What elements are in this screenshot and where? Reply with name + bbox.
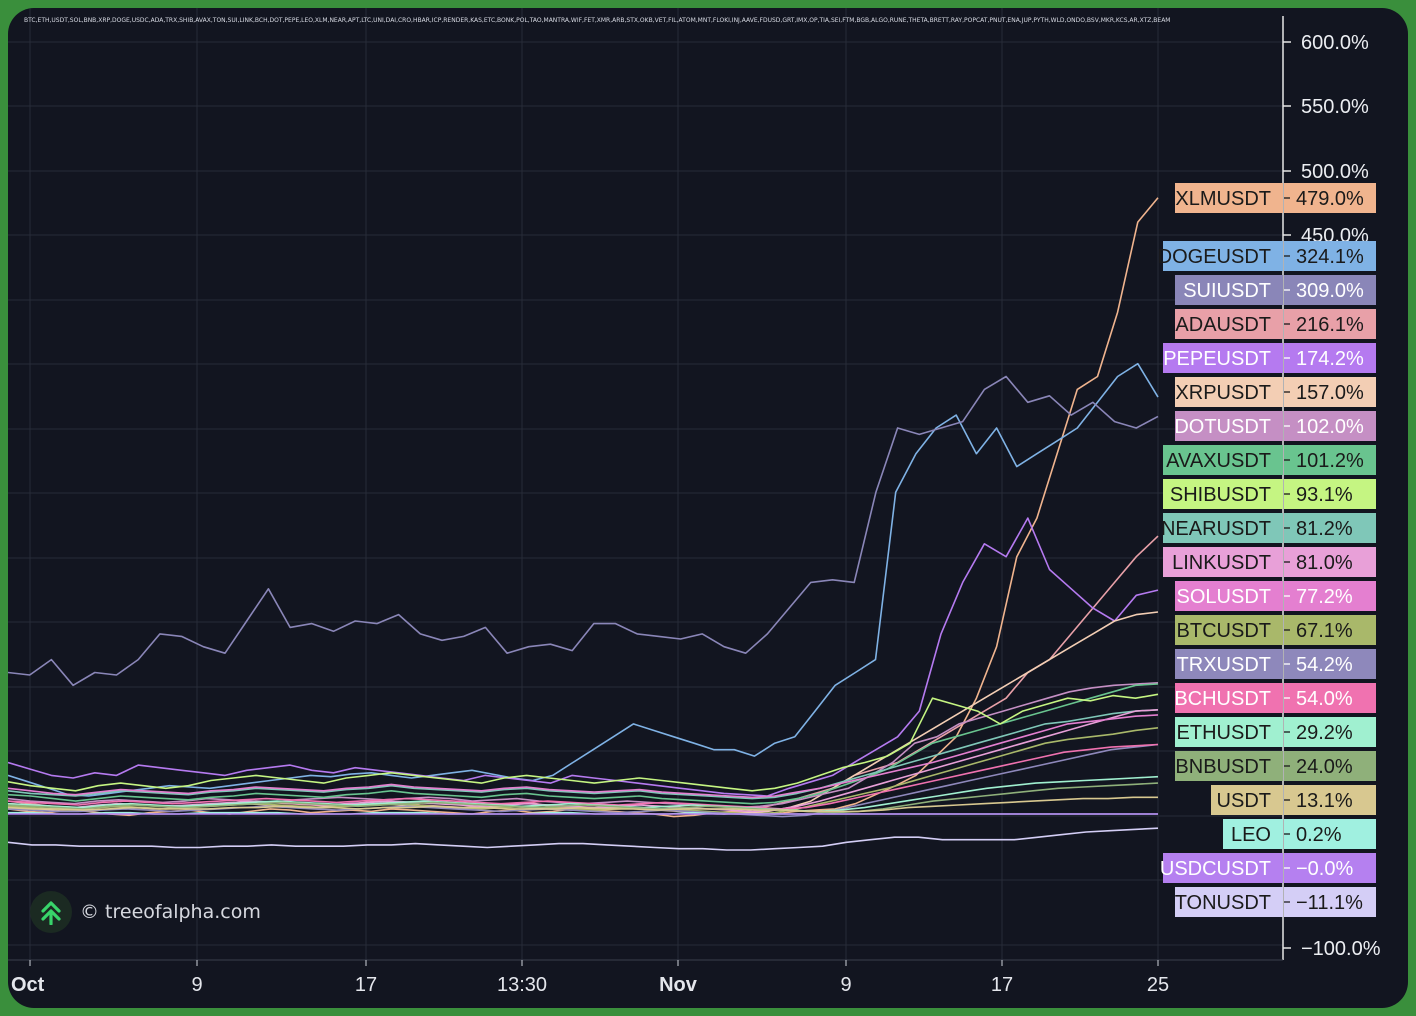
legend-value: 324.1% bbox=[1296, 246, 1364, 268]
legend-name: XLMUSDT bbox=[1175, 188, 1271, 210]
legend-label-leo: LEO 0.2% bbox=[1223, 819, 1376, 849]
lines-layer bbox=[8, 197, 1159, 851]
y-tick-label: 500.0% bbox=[1301, 161, 1369, 183]
legend-name: SUIUSDT bbox=[1183, 280, 1271, 302]
legend-label-bchusdt: BCHUSDT 54.0% bbox=[1174, 683, 1376, 713]
legend-value: 479.0% bbox=[1296, 188, 1364, 210]
legend-name: SOLUSDT bbox=[1177, 586, 1271, 608]
legend-value: 101.2% bbox=[1296, 450, 1364, 472]
legend-name: USDT bbox=[1217, 790, 1271, 812]
x-tick-label: 25 bbox=[1147, 974, 1169, 996]
series-line-xrpusdt bbox=[8, 611, 1159, 815]
legend-value: 54.0% bbox=[1296, 688, 1353, 710]
legend-name: NEARUSDT bbox=[1161, 518, 1271, 540]
legend-value: 24.0% bbox=[1296, 756, 1353, 778]
legend-label-bnbusdt: BNBUSDT 24.0% bbox=[1175, 751, 1376, 781]
legend-label-btcusdt: BTCUSDT 67.1% bbox=[1175, 615, 1376, 645]
y-tick-label: −100.0% bbox=[1301, 938, 1381, 960]
legend-label-solusdt: SOLUSDT 77.2% bbox=[1175, 581, 1376, 611]
legend-label-ethusdt: ETHUSDT 29.2% bbox=[1175, 717, 1376, 747]
watermark-text: © treeofalpha.com bbox=[80, 901, 261, 923]
legend-value: 81.0% bbox=[1296, 552, 1353, 574]
legend-value: 29.2% bbox=[1296, 722, 1353, 744]
legend-value: 174.2% bbox=[1296, 348, 1364, 370]
x-tick-label: 9 bbox=[191, 974, 202, 996]
legend-value: 216.1% bbox=[1296, 314, 1364, 336]
x-tick-label: 9 bbox=[840, 974, 851, 996]
legend-name: LINKUSDT bbox=[1172, 552, 1271, 574]
legend-name: SHIBUSDT bbox=[1170, 484, 1271, 506]
legend-value: −11.1% bbox=[1296, 892, 1363, 914]
legend-value: 102.0% bbox=[1296, 416, 1364, 438]
legend-name: BNBUSDT bbox=[1175, 756, 1271, 778]
watermark: © treeofalpha.com bbox=[30, 890, 261, 934]
legend-label-dotusdt: DOTUSDT 102.0% bbox=[1174, 411, 1376, 441]
legend-name: ADAUSDT bbox=[1175, 314, 1271, 336]
legend-value: 309.0% bbox=[1296, 280, 1364, 302]
legend-label-usdcusdt: USDCUSDT −0.0% bbox=[1160, 853, 1376, 883]
legend-label-nearusdt: NEARUSDT 81.2% bbox=[1161, 513, 1376, 543]
legend-name: DOGEUSDT bbox=[1158, 246, 1271, 268]
series-line-xlmusdt bbox=[8, 197, 1159, 818]
legend-value: 0.2% bbox=[1296, 824, 1342, 846]
x-tick-label: 17 bbox=[355, 974, 377, 996]
legend-value: 81.2% bbox=[1296, 518, 1353, 540]
legend-name: TRXUSDT bbox=[1177, 654, 1271, 676]
legend-label-suiusdt: SUIUSDT 309.0% bbox=[1175, 275, 1376, 305]
legend-name: BTCUSDT bbox=[1177, 620, 1271, 642]
legend-name: PEPEUSDT bbox=[1163, 348, 1271, 370]
series-line-tonusdt bbox=[8, 827, 1159, 851]
legend-label-usdt: USDT 13.1% bbox=[1211, 785, 1376, 815]
legend-name: LEO bbox=[1231, 824, 1271, 846]
legend-value: −0.0% bbox=[1296, 858, 1353, 880]
y-tick-label: 600.0% bbox=[1301, 32, 1369, 54]
chart-canvas: Oct 9 17 13:30 Nov 9 17 25600.0%550.0%500.0%450… bbox=[8, 8, 1381, 996]
legend-label-avaxusdt: AVAXUSDT 101.2% bbox=[1163, 445, 1376, 475]
legend-name: USDCUSDT bbox=[1160, 858, 1271, 880]
legend-label-adausdt: ADAUSDT 216.1% bbox=[1175, 309, 1376, 339]
series-line-suiusdt bbox=[8, 375, 1159, 687]
legend-label-xlmusdt: XLMUSDT 479.0% bbox=[1175, 183, 1376, 213]
legend-label-dogeusdt: DOGEUSDT 324.1% bbox=[1158, 241, 1376, 271]
x-tick-label: 13:30 bbox=[497, 974, 547, 996]
legend-value: 77.2% bbox=[1296, 586, 1353, 608]
legend-name: DOTUSDT bbox=[1174, 416, 1271, 438]
legend-value: 157.0% bbox=[1296, 382, 1364, 404]
legend-value: 93.1% bbox=[1296, 484, 1353, 506]
legend-label-pepeusdt: PEPEUSDT 174.2% bbox=[1163, 343, 1376, 373]
legend-value: 67.1% bbox=[1296, 620, 1353, 642]
legend-label-trxusdt: TRXUSDT 54.2% bbox=[1175, 649, 1376, 679]
y-tick-label: 550.0% bbox=[1301, 96, 1369, 118]
legend-label-tonusdt: TONUSDT −11.1% bbox=[1175, 887, 1376, 917]
x-tick-label: Oct bbox=[11, 974, 45, 996]
legend-value: 54.2% bbox=[1296, 654, 1353, 676]
legend-name: ETHUSDT bbox=[1177, 722, 1271, 744]
legend-label-linkusdt: LINKUSDT 81.0% bbox=[1163, 547, 1376, 577]
x-tick-label: 17 bbox=[991, 974, 1013, 996]
legend-label-shibusdt: SHIBUSDT 93.1% bbox=[1163, 479, 1376, 509]
legend-name: TONUSDT bbox=[1175, 892, 1271, 914]
legend-value: 13.1% bbox=[1296, 790, 1353, 812]
chart-frame: Oct 9 17 13:30 Nov 9 17 25 600.0% 550.0% 500.0% 450… bbox=[8, 8, 1408, 1008]
legend-name: BCHUSDT bbox=[1174, 688, 1271, 710]
tree-of-alpha-logo-icon bbox=[30, 891, 72, 933]
grid-layer bbox=[8, 8, 1283, 960]
legend-name: XRPUSDT bbox=[1175, 382, 1271, 404]
legend-labels: XLMUSDT 479.0% DOGEUSDT 324.1% SUIUSDT 309.0%… bbox=[1158, 183, 1376, 917]
x-tick-label: Nov bbox=[659, 974, 698, 996]
legend-label-xrpusdt: XRPUSDT 157.0% bbox=[1175, 377, 1376, 407]
legend-name: AVAXUSDT bbox=[1166, 450, 1271, 472]
chart-title: BTC,ETH,USDT,SOL,BNB,XRP,DOGE,USDC,ADA,T… bbox=[24, 17, 1171, 24]
